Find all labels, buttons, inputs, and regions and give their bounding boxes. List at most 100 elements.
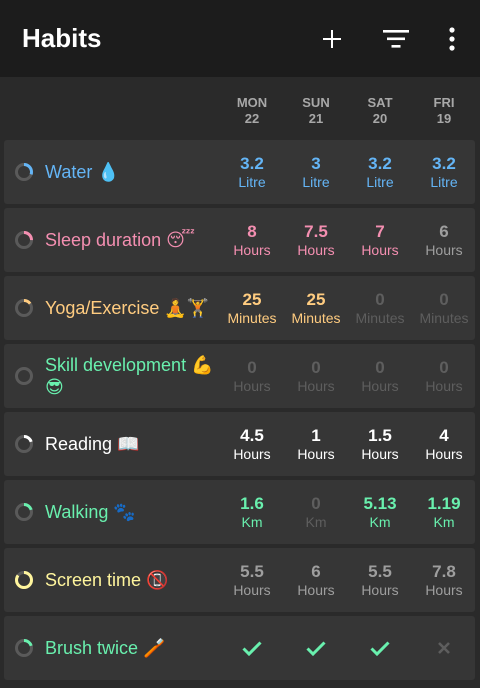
entry-unit: Hours — [361, 581, 399, 598]
habit-entry-cell[interactable]: 0 Minutes — [348, 276, 412, 340]
habit-entry-cell[interactable]: 6 Hours — [284, 548, 348, 612]
habit-entry-cell[interactable]: 7 Hours — [348, 208, 412, 272]
entry-unit: Hours — [425, 581, 463, 598]
entry-value: 25 — [242, 289, 262, 309]
habit-row[interactable]: Brush twice 🪥 — [4, 616, 475, 680]
habit-entry-cell[interactable] — [348, 616, 412, 680]
entry-value: 0 — [439, 357, 449, 377]
habit-entry-cell[interactable]: 0 Hours — [284, 344, 348, 408]
entry-unit: Minutes — [291, 309, 341, 326]
habit-row[interactable]: Walking 🐾 1.6 Km 0 Km 5.13 Km 1.19 Km — [4, 480, 475, 544]
cross-icon — [438, 642, 450, 654]
habit-entry-cell[interactable]: 6 Hours — [412, 208, 476, 272]
entry-value: 1.5 — [368, 425, 392, 445]
entry-value: 7.5 — [304, 221, 328, 241]
entry-unit: Minutes — [419, 309, 469, 326]
habit-score-ring-icon — [14, 434, 34, 454]
filter-icon — [383, 29, 409, 48]
entry-value: 6 — [439, 221, 449, 241]
entry-unit: Hours — [297, 241, 335, 258]
habit-entry-cell[interactable]: 0 Km — [284, 480, 348, 544]
habit-entry-cell[interactable]: 7.5 Hours — [284, 208, 348, 272]
habit-row[interactable]: Skill development 💪😎 0 Hours 0 Hours 0 Hours 0 H… — [4, 344, 475, 408]
habit-score-ring-icon — [14, 162, 34, 182]
day-name: MON — [236, 95, 268, 110]
app-bar: Habits — [0, 0, 480, 77]
habit-entry-cell[interactable]: 0 Minutes — [412, 276, 476, 340]
habit-row[interactable]: Screen time 📵 5.5 Hours 6 Hours 5.5 Hours 7.8 Ho… — [4, 548, 475, 612]
check-icon — [370, 641, 390, 656]
habit-entry-cell[interactable]: 3.2 Litre — [220, 140, 284, 204]
habit-entry-cell[interactable]: 3.2 Litre — [348, 140, 412, 204]
habit-entry-cell[interactable]: 5.13 Km — [348, 480, 412, 544]
habit-entry-cell[interactable]: 5.5 Hours — [220, 548, 284, 612]
app-bar-actions — [292, 0, 464, 77]
day-name: SUN — [302, 95, 330, 110]
entry-unit: Litre — [302, 173, 330, 190]
habit-entry-cell[interactable] — [220, 616, 284, 680]
habit-row[interactable]: Water 💧 3.2 Litre 3 Litre 3.2 Litre 3.2 Litre — [4, 140, 475, 204]
habit-entry-cell[interactable]: 1 Hours — [284, 412, 348, 476]
day-header[interactable]: SAT 20 — [348, 95, 412, 127]
habit-entry-cell[interactable]: 25 Minutes — [284, 276, 348, 340]
habit-entry-cell[interactable] — [412, 616, 476, 680]
entry-value: 5.13 — [363, 493, 397, 513]
habit-entry-cell[interactable]: 25 Minutes — [220, 276, 284, 340]
habit-row[interactable]: Yoga/Exercise 🧘🏋 25 Minutes 25 Minutes 0 Minut… — [4, 276, 475, 340]
habit-name: Water 💧 — [45, 162, 120, 182]
entry-unit: Hours — [297, 445, 335, 462]
habit-name: Walking 🐾 — [45, 502, 136, 522]
habit-entry-cell[interactable]: 5.5 Hours — [348, 548, 412, 612]
day-header[interactable]: SUN 21 — [284, 95, 348, 127]
day-date: 19 — [436, 111, 452, 126]
more-options-button[interactable] — [440, 15, 464, 63]
habit-row[interactable]: Reading 📖 4.5 Hours 1 Hours 1.5 Hours 4 Hours — [4, 412, 475, 476]
entry-value: 1 — [311, 425, 321, 445]
day-header-row: MON 22 SUN 21 SAT 20 FRI 19 — [0, 77, 480, 138]
day-name: SAT — [367, 95, 393, 110]
entry-unit: Hours — [297, 581, 335, 598]
entry-value: 1.6 — [240, 493, 264, 513]
filter-button[interactable] — [372, 15, 420, 63]
habit-entry-cell[interactable]: 0 Hours — [220, 344, 284, 408]
habit-score-ring-icon — [14, 230, 34, 250]
habit-entry-cell[interactable]: 7.8 Hours — [412, 548, 476, 612]
habit-row[interactable]: Sleep duration 😴 8 Hours 7.5 Hours 7 Hours 6 Hou… — [4, 208, 475, 272]
habit-entry-cell[interactable]: 0 Hours — [412, 344, 476, 408]
entry-value: 6 — [311, 561, 321, 581]
entry-value: 0 — [311, 493, 321, 513]
habit-name: Sleep duration 😴 — [45, 230, 195, 250]
entry-value: 3.2 — [240, 153, 264, 173]
day-header[interactable]: FRI 19 — [412, 95, 476, 127]
habit-entry-cell[interactable]: 3 Litre — [284, 140, 348, 204]
habit-entry-cell[interactable]: 0 Hours — [348, 344, 412, 408]
habit-entry-cell[interactable] — [284, 616, 348, 680]
habit-score-ring-icon — [14, 366, 34, 386]
entry-value: 0 — [375, 357, 385, 377]
habit-name: Skill development 💪😎 — [45, 355, 214, 397]
entry-value: 4 — [439, 425, 449, 445]
habit-entry-cell[interactable]: 4.5 Hours — [220, 412, 284, 476]
habit-entry-cell[interactable]: 1.19 Km — [412, 480, 476, 544]
entry-value: 4.5 — [240, 425, 264, 445]
check-icon — [242, 641, 262, 656]
entry-value: 7 — [375, 221, 385, 241]
entry-value: 0 — [375, 289, 385, 309]
habit-entry-cell[interactable]: 3.2 Litre — [412, 140, 476, 204]
habit-entry-cell[interactable]: 1.6 Km — [220, 480, 284, 544]
day-date: 21 — [308, 111, 324, 126]
entry-unit: Km — [369, 513, 391, 530]
add-icon — [323, 29, 341, 48]
habit-entry-cell[interactable]: 4 Hours — [412, 412, 476, 476]
entry-value: 3.2 — [368, 153, 392, 173]
day-header[interactable]: MON 22 — [220, 95, 284, 127]
habit-entry-cell[interactable]: 8 Hours — [220, 208, 284, 272]
habit-entry-cell[interactable]: 1.5 Hours — [348, 412, 412, 476]
habit-name: Brush twice 🪥 — [45, 638, 166, 658]
habit-name: Screen time 📵 — [45, 570, 169, 590]
entry-unit: Hours — [233, 241, 271, 258]
entry-unit: Hours — [233, 445, 271, 462]
entry-value: 1.19 — [427, 493, 461, 513]
day-name: FRI — [433, 95, 455, 110]
add-habit-button[interactable] — [308, 15, 356, 63]
